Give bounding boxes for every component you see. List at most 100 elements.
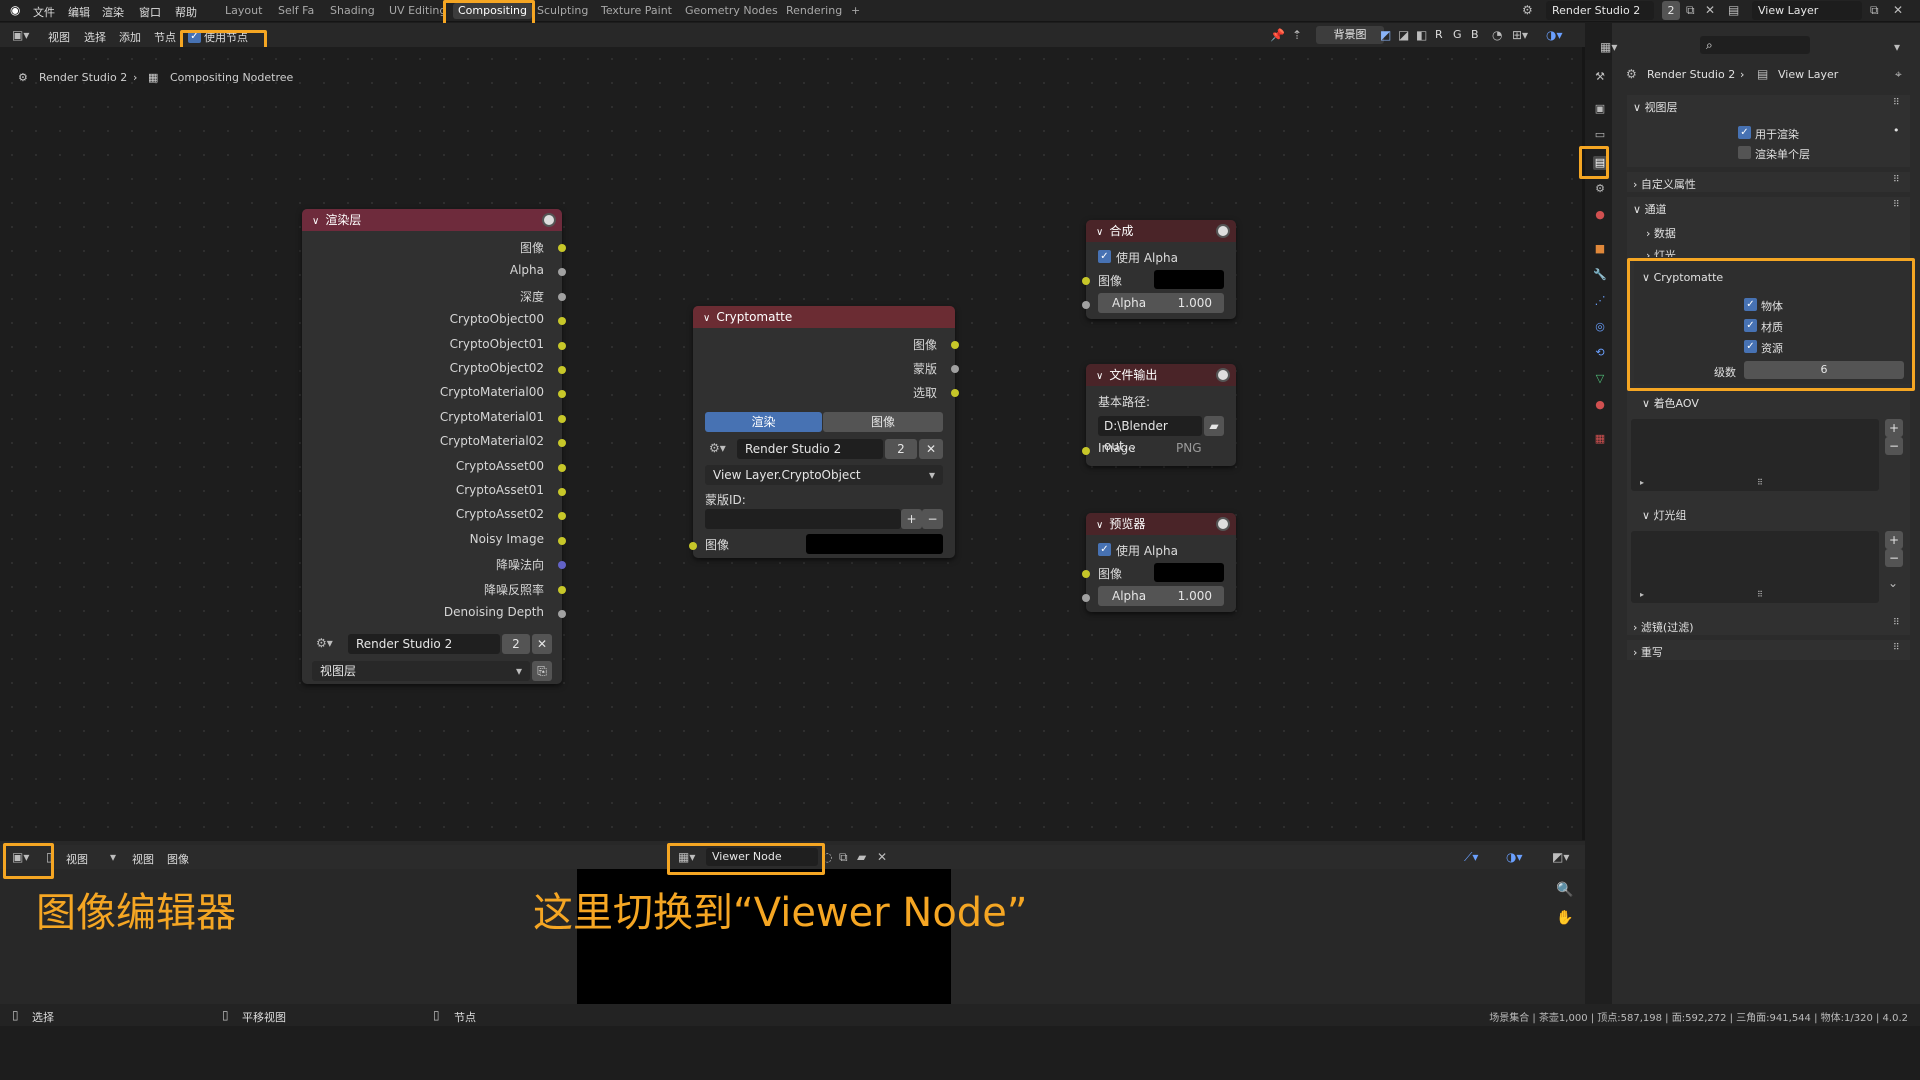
list-resize-handle-icon[interactable]: ⠿ — [1757, 478, 1763, 487]
snap-icon[interactable]: ◔ — [1492, 28, 1502, 42]
composite-image-color[interactable] — [1154, 270, 1224, 289]
scene-users-count[interactable]: 2 — [1662, 1, 1680, 20]
viewer-use-alpha-checkbox[interactable]: ✓ — [1098, 543, 1111, 556]
viewer-alpha-socket[interactable] — [1082, 594, 1090, 602]
pan-hand-icon[interactable]: ✋ — [1556, 910, 1573, 926]
tab-shading[interactable]: Shading — [330, 4, 375, 17]
matte-add-button[interactable]: + — [901, 509, 922, 529]
pin-icon[interactable]: 📌 — [1270, 28, 1285, 42]
light-subpanel-header[interactable]: › 灯光 — [1646, 247, 1676, 257]
list-expand-icon[interactable]: ▸ — [1640, 478, 1644, 487]
collapse-chevron-icon[interactable]: ∨ — [703, 308, 710, 330]
image-editor-type-icon[interactable]: ▣▾ — [12, 850, 29, 864]
cryptomatte-tab-render[interactable]: 渲染 — [705, 412, 822, 432]
gizmo-icon[interactable]: ⟋▾ — [1464, 850, 1478, 865]
composite-alpha-socket[interactable] — [1082, 301, 1090, 309]
base-path-field[interactable]: D:\Blender out... — [1098, 416, 1202, 453]
composite-alpha-field[interactable]: Alpha 1.000 — [1098, 293, 1224, 313]
aov-remove-button[interactable]: − — [1885, 437, 1903, 455]
passes-header[interactable]: ∨ 通道 — [1633, 201, 1667, 217]
scene-icon[interactable]: ⚙ — [1522, 3, 1533, 17]
render-layers-output-socket[interactable] — [558, 536, 566, 545]
crypto-levels-field[interactable]: 6 — [1744, 361, 1904, 379]
overlay-icon[interactable]: ◑▾ — [1506, 850, 1523, 864]
use-nodes-checkbox[interactable]: ✓ — [188, 30, 201, 43]
render-layers-output-socket[interactable] — [558, 488, 566, 496]
menu-file[interactable]: 文件 — [33, 4, 55, 20]
render-tab-icon[interactable]: ▣ — [1593, 102, 1607, 116]
world-tab-icon[interactable]: ● — [1593, 208, 1607, 222]
parent-icon[interactable]: ⇡ — [1292, 28, 1302, 42]
viewer-image-socket[interactable] — [1082, 570, 1090, 578]
new-image-icon[interactable]: ⧉ — [839, 850, 848, 865]
channel-b-button[interactable]: B — [1471, 28, 1479, 41]
image-browse-icon[interactable]: ▦▾ — [678, 850, 695, 864]
channel-rgb-icon[interactable]: ◪ — [1398, 28, 1409, 42]
light-group-menu-chevron-icon[interactable]: ⌄ — [1888, 576, 1898, 590]
panel-drag-handle-icon[interactable]: ⠿ — [1893, 175, 1900, 185]
display-channels-icon[interactable]: ◩▾ — [1552, 850, 1569, 864]
view-layer-panel-header[interactable]: ∨ 视图层 — [1633, 99, 1678, 115]
fake-user-icon[interactable]: ◌ — [822, 850, 832, 864]
filter-header[interactable]: › 滤镜(过滤) — [1633, 619, 1694, 635]
cryptomatte-input-color[interactable] — [806, 534, 943, 554]
viewer-header[interactable]: ∨ 预览器 — [1086, 513, 1236, 535]
cryptomatte-image-socket[interactable] — [951, 341, 959, 349]
editor-type-icon[interactable]: ▣▾ — [12, 28, 29, 42]
render-layers-node[interactable]: ∨ 渲染层 图像 Alpha 深度 CryptoObject00 CryptoObject… — [302, 209, 566, 684]
particles-tab-icon[interactable]: ⋰ — [1593, 294, 1607, 308]
overlay-icon[interactable]: ◑▾ — [1546, 28, 1563, 42]
view-layer-field[interactable]: View Layer — [1752, 1, 1862, 20]
cryptomatte-pick-socket[interactable] — [951, 389, 959, 397]
tab-sculpting[interactable]: Sculpting — [537, 4, 588, 17]
menu-node[interactable]: 节点 — [154, 29, 176, 45]
menu-select[interactable]: 选择 — [84, 29, 106, 45]
render-layers-header[interactable]: ∨ 渲染层 — [302, 209, 562, 231]
composite-node[interactable]: ∨ 合成 ✓ 使用 Alpha 图像 Alpha 1.000 — [1082, 220, 1236, 319]
image-name-field[interactable]: Viewer Node — [706, 848, 818, 866]
properties-editor-type-icon[interactable]: ▦▾ — [1600, 40, 1617, 54]
view-layer-icon[interactable]: ▤ — [1728, 3, 1739, 17]
material-tab-icon[interactable]: ● — [1593, 398, 1607, 412]
light-groups-list[interactable] — [1631, 531, 1879, 603]
pin-icon[interactable]: ⌖ — [1895, 67, 1902, 82]
use-for-render-dot[interactable]: • — [1893, 124, 1900, 137]
light-groups-header[interactable]: ∨ 灯光组 — [1642, 507, 1687, 523]
collapse-chevron-icon[interactable]: ∨ — [1096, 222, 1103, 244]
data-subpanel-header[interactable]: › 数据 — [1646, 225, 1676, 241]
composite-header[interactable]: ∨ 合成 — [1086, 220, 1236, 242]
custom-props-header[interactable]: › 自定义属性 — [1633, 176, 1696, 192]
constraints-tab-icon[interactable]: ⟲ — [1593, 346, 1607, 360]
viewer-node[interactable]: ∨ 预览器 ✓ 使用 Alpha 图像 Alpha 1.000 — [1082, 513, 1236, 612]
layer-dropdown-chevron-icon[interactable]: ▾ — [929, 468, 935, 482]
menu-window[interactable]: 窗口 — [139, 4, 161, 20]
open-image-icon[interactable]: ▰ — [857, 850, 866, 864]
matte-remove-button[interactable]: − — [922, 509, 943, 529]
panel-drag-handle-icon[interactable]: ⠿ — [1893, 200, 1900, 210]
texture-tab-icon[interactable]: ▦ — [1593, 432, 1607, 446]
cryptomatte-tab-image[interactable]: 图像 — [823, 412, 943, 432]
composite-use-alpha-checkbox[interactable]: ✓ — [1098, 250, 1111, 263]
render-layer-button-icon[interactable]: ⎘ — [532, 661, 552, 681]
close-layer-icon[interactable]: ✕ — [1893, 3, 1903, 17]
menu-edit[interactable]: 编辑 — [68, 4, 90, 20]
viewer-alpha-field[interactable]: Alpha 1.000 — [1098, 586, 1224, 606]
blender-logo-icon[interactable]: ◉ — [10, 3, 20, 17]
collapse-chevron-icon[interactable]: ∨ — [1096, 515, 1103, 537]
cryptomatte-scene-close-icon[interactable]: ✕ — [919, 439, 943, 459]
shader-aov-list[interactable] — [1631, 419, 1879, 491]
use-for-render-checkbox[interactable]: ✓ — [1738, 126, 1751, 139]
node-preview-icon[interactable] — [542, 213, 556, 227]
cryptomatte-header[interactable]: ∨ Cryptomatte — [693, 306, 955, 328]
collapse-chevron-icon[interactable]: ∨ — [1096, 366, 1103, 388]
modifier-tab-icon[interactable]: 🔧 — [1593, 268, 1607, 282]
override-header[interactable]: › 重写 — [1633, 644, 1663, 660]
channel-g-button[interactable]: G — [1453, 28, 1462, 41]
file-output-image-socket[interactable] — [1082, 447, 1090, 455]
physics-tab-icon[interactable]: ◎ — [1593, 320, 1607, 334]
cryptomatte-scene-users[interactable]: 2 — [885, 439, 917, 459]
node-preview-icon[interactable] — [1216, 517, 1230, 531]
matte-id-input[interactable] — [705, 509, 901, 529]
channel-rgba-icon[interactable]: ◩ — [1380, 28, 1391, 42]
cryptomatte-scene-field[interactable]: Render Studio 2 — [737, 439, 883, 459]
